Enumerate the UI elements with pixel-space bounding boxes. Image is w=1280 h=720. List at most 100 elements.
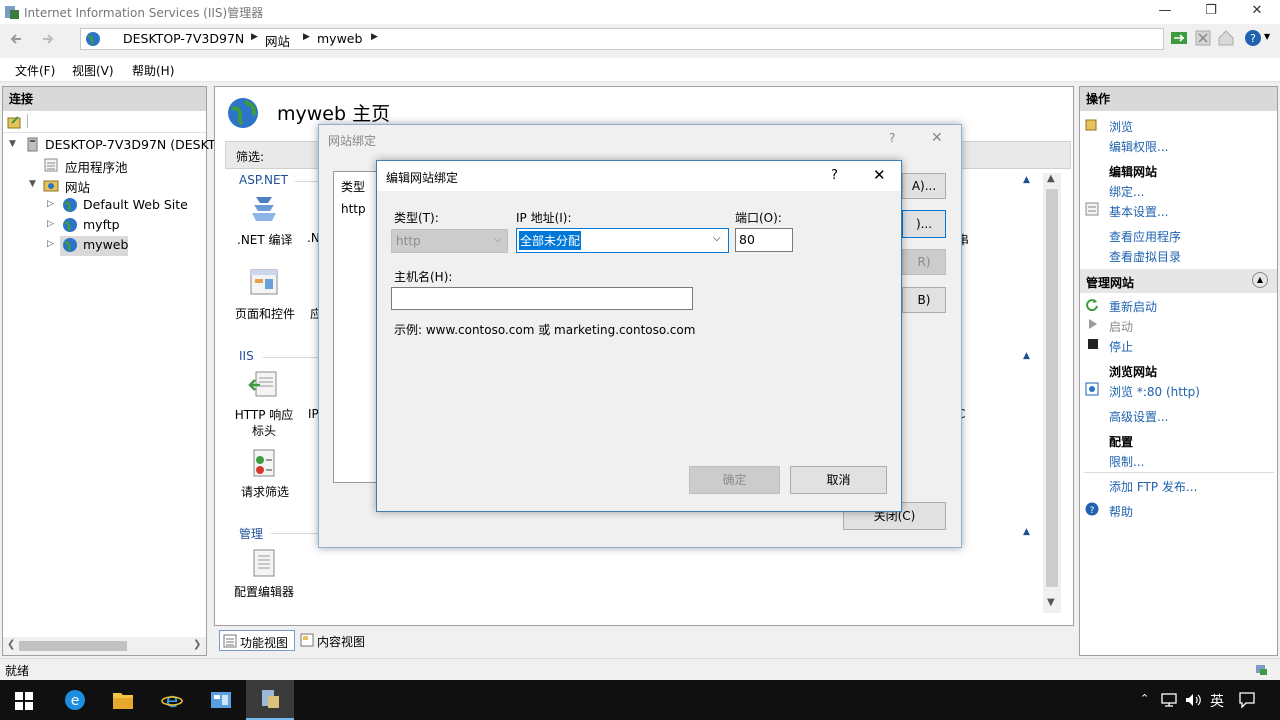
tab-features-view[interactable]: 功能视图 [219,630,295,651]
bindings-row-type[interactable]: http [341,202,366,216]
bindings-list[interactable]: 类型 http [333,171,379,483]
feature-config-editor[interactable]: 配置编辑器 [234,583,294,600]
action-bindings[interactable]: 绑定... [1109,183,1144,200]
bindings-add-button[interactable]: A)... [902,173,946,199]
http-headers-icon[interactable] [248,369,280,401]
back-button[interactable] [6,28,28,50]
tree-site-default[interactable]: Default Web Site [83,197,188,212]
action-advanced-settings[interactable]: 高级设置... [1109,408,1168,425]
ip-select[interactable]: 全部未分配 ⌵ [516,228,729,253]
help-dropdown-icon[interactable]: ▼ [1264,32,1270,41]
expand-arrow-icon[interactable]: ▼ [9,139,16,149]
action-browse-80[interactable]: 浏览 *:80 (http) [1109,383,1200,400]
chevron-down-icon[interactable]: ⌵ [713,233,721,244]
scroll-down-icon[interactable]: ▼ [1047,597,1055,608]
bindings-edit-button[interactable]: )... [902,210,946,238]
pages-controls-icon[interactable] [248,267,280,299]
crumb-sites[interactable]: 网站 [265,31,290,50]
tree-server[interactable]: DESKTOP-7V3D97N (DESKT [45,137,215,152]
collapsed-arrow-icon[interactable]: ▷ [47,219,54,229]
ime-indicator[interactable]: 英 [1210,691,1224,711]
feature-net-compile[interactable]: .NET 编译 [237,231,293,248]
menu-help[interactable]: 帮助(H) [132,62,174,79]
help-icon[interactable]: ? [1244,29,1262,47]
tree-app-pools[interactable]: 应用程序池 [65,157,128,176]
home-icon[interactable] [1217,29,1235,47]
edit-help-button[interactable]: ? [831,168,838,183]
taskbar-ie[interactable]: e [148,680,196,720]
crumb-separator-icon[interactable]: ▶ [303,32,310,42]
collapse-group-icon[interactable]: ▲ [1023,527,1030,537]
bindings-browse-button[interactable]: B) [902,287,946,313]
action-help[interactable]: 帮助 [1109,503,1133,520]
tab-content-view[interactable]: 内容视图 [297,630,373,651]
cancel-button[interactable]: 取消 [790,466,887,494]
manage-site-header[interactable]: 管理网站 ▲ [1080,269,1277,293]
crumb-separator-icon[interactable]: ▶ [371,32,378,42]
scrollbar-thumb[interactable] [1046,189,1058,587]
action-restart[interactable]: 重新启动 [1109,298,1157,315]
config-editor-icon[interactable] [248,547,280,579]
action-limits[interactable]: 限制... [1109,453,1144,470]
collapsed-arrow-icon[interactable]: ▷ [47,199,54,209]
net-compile-icon[interactable] [248,193,280,225]
bindings-remove-button[interactable]: R) [902,249,946,275]
feature-pages-controls[interactable]: 页面和控件 [235,305,295,322]
collapsed-arrow-icon[interactable]: ▷ [47,239,54,249]
feature-request-filtering[interactable]: 请求筛选 [241,483,289,500]
forward-button[interactable] [36,28,58,50]
taskbar-iis-manager[interactable] [246,680,294,720]
collapse-section-icon[interactable]: ▲ [1252,272,1268,288]
horizontal-scrollbar[interactable]: ❮ ❯ [3,637,206,655]
address-field[interactable]: DESKTOP-7V3D97N ▶ 网站 ▶ myweb ▶ [80,28,1164,50]
ok-button[interactable]: 确定 [689,466,780,494]
scroll-left-icon[interactable]: ❮ [7,639,15,650]
request-filtering-icon[interactable] [248,447,280,479]
collapse-group-icon[interactable]: ▲ [1023,175,1030,185]
type-select[interactable]: http ⌵ [391,229,508,253]
vertical-scrollbar[interactable]: ▲ ▼ [1043,173,1061,613]
port-input[interactable]: 80 [735,228,793,252]
menu-file[interactable]: 文件(F) [15,62,55,79]
action-add-ftp[interactable]: 添加 FTP 发布... [1109,478,1197,495]
bindings-col-type[interactable]: 类型 [341,178,365,195]
taskbar-server-manager[interactable] [197,680,245,720]
network-icon[interactable] [1160,692,1178,708]
scroll-up-icon[interactable]: ▲ [1047,173,1055,184]
taskbar-explorer[interactable] [99,680,147,720]
host-input[interactable] [391,287,693,310]
crumb-separator-icon[interactable]: ▶ [251,32,258,42]
action-view-apps[interactable]: 查看应用程序 [1109,228,1181,245]
bindings-help-button[interactable]: ? [889,131,895,145]
edit-close-button[interactable]: ✕ [873,166,886,184]
tree-sites[interactable]: 网站 [65,177,90,196]
action-edit-permissions[interactable]: 编辑权限... [1109,138,1168,155]
volume-icon[interactable] [1184,692,1204,708]
start-button[interactable] [0,680,48,720]
tree-site-myftp[interactable]: myftp [83,217,120,232]
expand-arrow-icon[interactable]: ▼ [29,179,36,189]
stop-nav-icon[interactable] [1194,29,1212,47]
action-stop[interactable]: 停止 [1109,338,1133,355]
show-hidden-icons-icon[interactable]: ⌃ [1140,692,1149,705]
bindings-close-button[interactable]: ✕ [931,130,943,146]
action-start[interactable]: 启动 [1109,318,1133,335]
minimize-button[interactable]: — [1142,0,1188,24]
scrollbar-thumb[interactable] [19,641,127,651]
action-basic-settings[interactable]: 基本设置... [1109,203,1168,220]
connect-icon[interactable] [1170,29,1188,47]
action-view-vdirs[interactable]: 查看虚拟目录 [1109,248,1181,265]
connect-to-server-icon[interactable] [7,114,23,130]
taskbar-edge[interactable]: e [50,680,98,720]
feature-http-headers[interactable]: HTTP 响应标头 [231,407,297,439]
menu-view[interactable]: 视图(V) [72,62,114,79]
close-button[interactable]: ✕ [1234,0,1280,24]
notification-icon[interactable] [1238,691,1256,709]
scroll-right-icon[interactable]: ❯ [193,639,201,650]
collapse-group-icon[interactable]: ▲ [1023,351,1030,361]
tree-site-myweb[interactable]: myweb [83,237,128,252]
crumb-site[interactable]: myweb [317,31,362,46]
crumb-server[interactable]: DESKTOP-7V3D97N [123,31,244,46]
action-browse[interactable]: 浏览 [1109,118,1133,135]
restore-button[interactable]: ❐ [1188,0,1234,24]
